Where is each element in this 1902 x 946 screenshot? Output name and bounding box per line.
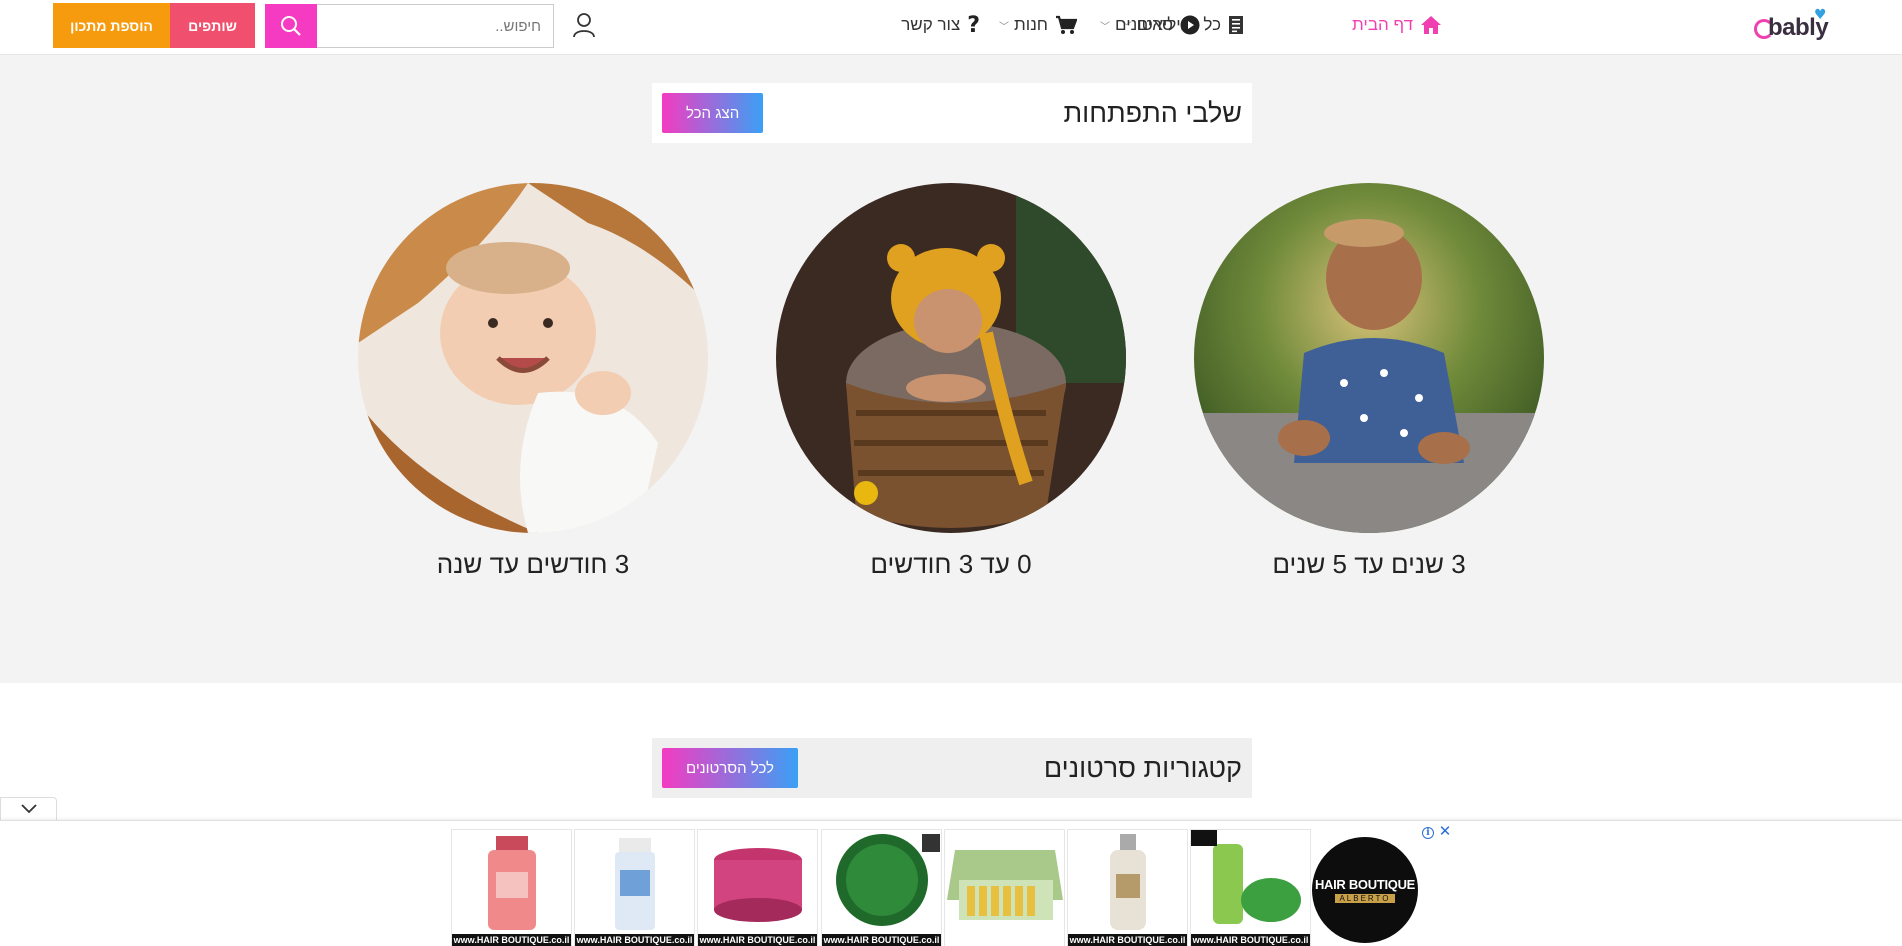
logo-heart-icon: ♥ — [1814, 7, 1827, 23]
nav-store[interactable]: חנות ﹀ — [999, 12, 1077, 38]
chevron-down-icon — [20, 804, 37, 814]
stage-label[interactable]: 0 עד 3 חודשים — [776, 549, 1126, 580]
ad-close-icon[interactable]: ✕ — [1437, 823, 1453, 839]
document-icon — [1228, 15, 1244, 35]
ad-product[interactable]: www.HAIR BOUTIQUE.co.il — [697, 829, 818, 946]
user-account-button[interactable] — [572, 12, 596, 38]
chevron-down-icon: ﹀ — [999, 21, 1010, 33]
site-header: bably ♥ דף הבית כל הגיליאים ﹀ סרטונים ﹀ … — [0, 0, 1902, 55]
section-title: שלבי התפתחות — [1063, 97, 1242, 128]
search-icon — [281, 16, 301, 36]
ad-product[interactable]: www.HAIR BOUTIQUE.co.il — [574, 829, 695, 946]
cart-icon — [1055, 15, 1077, 35]
stage-card-3-months-to-1-year[interactable]: 3 חודשים עד שנה — [358, 183, 708, 580]
stage-photo[interactable] — [1194, 183, 1544, 533]
nav-home-label: דף הבית — [1352, 15, 1413, 34]
search-button[interactable] — [265, 4, 317, 48]
ad-product[interactable]: www.HAIR BOUTIQUE.co.il — [1190, 829, 1311, 946]
nav-contact-label: צור קשר — [901, 15, 961, 34]
stage-card-0-to-3-months[interactable]: 0 עד 3 חודשים — [776, 183, 1126, 580]
ad-banner[interactable]: www.HAIR BOUTIQUE.co.il www.HAIR BOUTIQU… — [0, 820, 1902, 946]
all-videos-button[interactable]: לכל הסרטונים — [662, 748, 798, 788]
site-logo[interactable]: bably ♥ — [1752, 8, 1832, 42]
nav-home[interactable]: דף הבית — [1352, 12, 1442, 38]
chevron-down-icon: ﹀ — [1100, 21, 1111, 33]
stage-photo[interactable] — [358, 183, 708, 533]
ad-info-icon[interactable]: i — [1422, 827, 1434, 839]
section-title: קטגוריות סרטונים — [1043, 752, 1242, 783]
video-categories-header: קטגוריות סרטונים לכל הסרטונים — [652, 738, 1252, 798]
ad-collapse-toggle[interactable] — [0, 797, 57, 820]
search-field[interactable] — [316, 4, 554, 48]
ad-product-strip: www.HAIR BOUTIQUE.co.il — [575, 934, 694, 946]
stage-card-3-to-5-years[interactable]: 3 שנים עד 5 שנים — [1194, 183, 1544, 580]
ad-product-strip: www.HAIR BOUTIQUE.co.il — [1191, 934, 1310, 946]
ad-product[interactable]: www.HAIR BOUTIQUE.co.il — [821, 829, 942, 946]
add-recipe-button[interactable]: הוספת מתכון — [53, 3, 170, 48]
ad-brand-logo[interactable]: HAIR BOUTIQUE ALBERTO — [1312, 837, 1418, 943]
ad-brand-sub: ALBERTO — [1335, 894, 1395, 903]
ad-product-strip: www.HAIR BOUTIQUE.co.il — [452, 934, 571, 946]
ad-brand-name: HAIR BOUTIQUE — [1314, 877, 1416, 892]
development-stages-header: שלבי התפתחות הצג הכל — [652, 83, 1252, 143]
partners-button[interactable]: שותפים — [170, 3, 255, 48]
ad-product-strip: www.HAIR BOUTIQUE.co.il — [698, 934, 817, 946]
question-icon: ? — [967, 12, 980, 38]
ad-product-strip: www.HAIR BOUTIQUE.co.il — [1068, 934, 1187, 946]
stage-label[interactable]: 3 חודשים עד שנה — [358, 549, 708, 580]
stage-photo[interactable] — [776, 183, 1126, 533]
play-circle-icon — [1180, 15, 1200, 35]
nav-videos-label: סרטונים — [1115, 15, 1173, 34]
user-icon — [573, 13, 595, 38]
home-icon — [1420, 15, 1442, 35]
nav-videos[interactable]: סרטונים ﹀ — [1100, 12, 1200, 38]
ad-product[interactable]: www.HAIR BOUTIQUE.co.il — [944, 829, 1065, 946]
ad-product-strip: www.HAIR BOUTIQUE.co.il — [822, 934, 941, 946]
ad-product[interactable]: www.HAIR BOUTIQUE.co.il — [451, 829, 572, 946]
ad-product-strip: www.HAIR BOUTIQUE.co.il — [945, 934, 1064, 946]
stage-label[interactable]: 3 שנים עד 5 שנים — [1194, 549, 1544, 580]
show-all-button[interactable]: הצג הכל — [662, 93, 764, 133]
nav-contact[interactable]: ? צור קשר — [901, 12, 980, 38]
nav-store-label: חנות — [1014, 15, 1048, 34]
search-input[interactable] — [317, 5, 553, 47]
ad-product[interactable]: www.HAIR BOUTIQUE.co.il — [1067, 829, 1188, 946]
